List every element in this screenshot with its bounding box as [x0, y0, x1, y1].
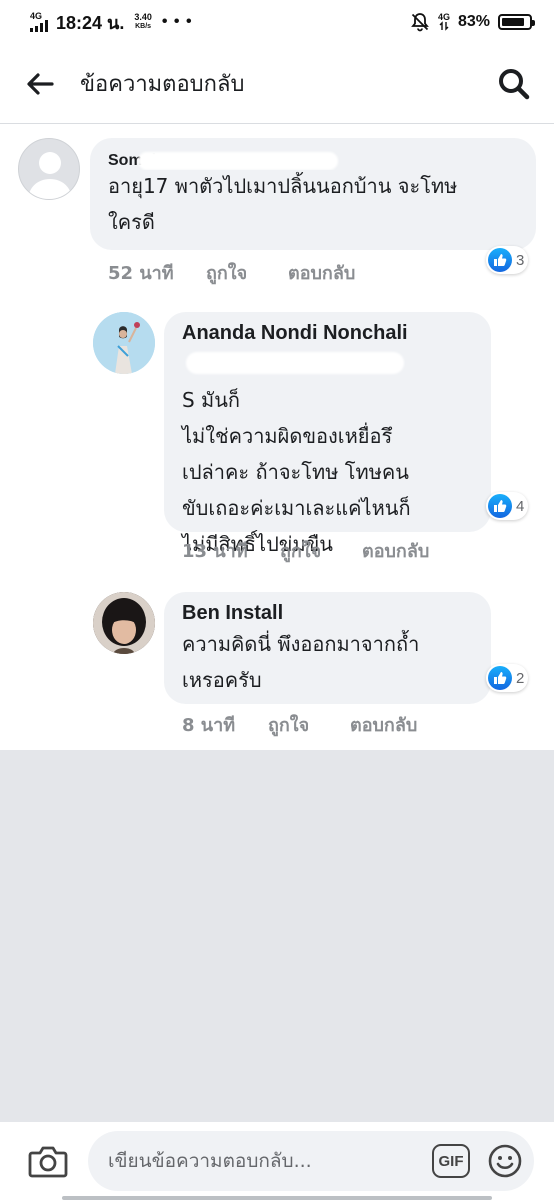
reaction-badge[interactable]: 3: [486, 246, 529, 274]
page-title: ข้อความตอบกลับ: [80, 72, 245, 97]
back-button[interactable]: [0, 44, 80, 124]
battery-percent: 83%: [457, 13, 490, 30]
reaction-badge[interactable]: 2: [486, 664, 529, 692]
reaction-count: 3: [516, 251, 525, 269]
like-icon: [488, 666, 512, 690]
profile-photo: [93, 592, 155, 654]
camera-button[interactable]: [26, 1139, 70, 1183]
network-indicator-right: 4G: [438, 13, 450, 31]
signal-icon: [30, 20, 48, 32]
comment-bubble[interactable]: Somai อายุ17 พาตัวไปเมาปลิ้นนอกบ้าน จะโท…: [90, 138, 536, 250]
comment-text: ความคิดนี่ พึงออกมาจากถ้ำ เหรอครับ: [182, 632, 420, 692]
comment-meta: 52 นาที ถูกใจ ตอบกลับ: [108, 258, 355, 287]
profile-photo: [93, 312, 155, 374]
comment-bubble[interactable]: Ananda Nondi Nonchali S มันก็ ไม่ใช่ความ…: [164, 312, 491, 556]
arrow-left-icon: [27, 72, 54, 95]
system-nav-bar: [62, 1196, 492, 1200]
battery-icon: [498, 14, 535, 30]
speed-value: 3.40: [134, 12, 152, 22]
comment-author[interactable]: Ananda Nondi Nonchali: [182, 322, 473, 346]
more-notifications-icon: • • •: [161, 13, 193, 30]
comment-meta: 13 นาที ถูกใจ ตอบกลับ: [182, 536, 429, 565]
reaction-count: 2: [516, 669, 525, 687]
avatar[interactable]: [18, 138, 80, 200]
mute-bell-icon: [411, 13, 429, 32]
reply-button[interactable]: ตอบกลับ: [288, 258, 355, 287]
like-button[interactable]: ถูกใจ: [280, 536, 362, 565]
comment-time: 8 นาที: [182, 715, 236, 736]
gif-button[interactable]: GIF: [432, 1144, 470, 1178]
network-type-right: 4G: [437, 12, 450, 22]
like-icon: [488, 494, 512, 518]
redaction: [138, 152, 338, 170]
comment-input-wrapper: GIF: [88, 1131, 534, 1191]
search-icon: [499, 68, 530, 99]
reaction-badge[interactable]: 4: [486, 492, 529, 520]
avatar[interactable]: [93, 312, 155, 374]
default-avatar-icon: [28, 152, 72, 199]
comment-time: 13 นาที: [182, 541, 248, 562]
comment-meta: 8 นาที ถูกใจ ตอบกลับ: [182, 710, 417, 739]
empty-space: [0, 750, 554, 1122]
like-icon: [488, 248, 512, 272]
network-indicator: 4G: [30, 12, 48, 32]
status-bar: 4G 18:24 น. 3.40 KB/s • • • 4G 83%: [0, 0, 554, 44]
comment-input[interactable]: [108, 1150, 432, 1172]
network-type: 4G: [30, 11, 43, 21]
like-button[interactable]: ถูกใจ: [268, 710, 350, 739]
comment-thread: Somai อายุ17 พาตัวไปเมาปลิ้นนอกบ้าน จะโท…: [0, 124, 554, 750]
like-button[interactable]: ถูกใจ: [206, 258, 288, 287]
speed-unit: KB/s: [135, 23, 152, 30]
app-header: ข้อความตอบกลับ: [0, 44, 554, 124]
camera-icon: [28, 1146, 68, 1178]
comment-author[interactable]: Ben Install: [182, 602, 473, 626]
comment-time: 52 นาที: [108, 263, 174, 284]
redaction: [186, 352, 404, 374]
reply-button[interactable]: ตอบกลับ: [350, 710, 417, 739]
reply-button[interactable]: ตอบกลับ: [362, 536, 429, 565]
smiley-icon: [488, 1144, 522, 1178]
comment-bubble[interactable]: Ben Install ความคิดนี่ พึงออกมาจากถ้ำ เห…: [164, 592, 491, 704]
search-button[interactable]: [474, 44, 554, 124]
emoji-button[interactable]: [486, 1142, 524, 1180]
comment-text: อายุ17 พาตัวไปเมาปลิ้นนอกบ้าน จะโทษ ใครด…: [108, 174, 458, 234]
clock: 18:24 น.: [56, 12, 125, 33]
reaction-count: 4: [516, 497, 525, 515]
reply-composer: GIF: [0, 1122, 554, 1200]
comment-author[interactable]: Somai: [108, 148, 518, 170]
network-speed: 3.40 KB/s: [134, 13, 152, 31]
battery-level: [502, 18, 524, 26]
avatar[interactable]: [93, 592, 155, 654]
data-arrows-icon: [439, 21, 449, 31]
